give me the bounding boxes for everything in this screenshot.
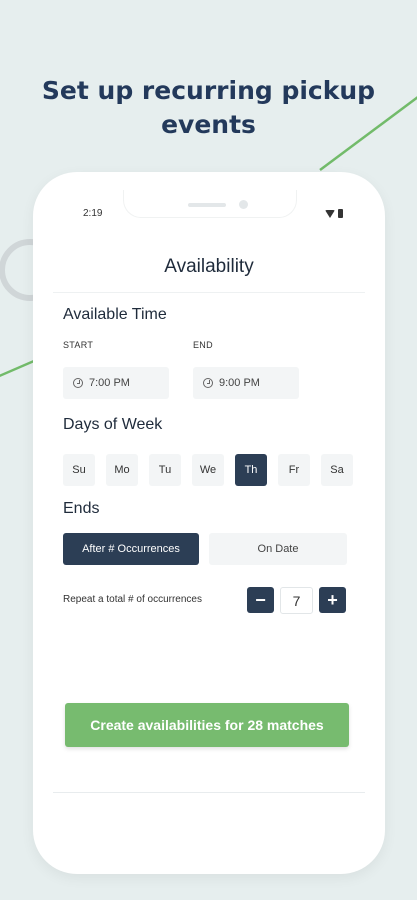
end-time-value: 9:00 PM <box>219 377 260 389</box>
available-time-heading: Available Time <box>63 306 167 323</box>
page-title: Availability <box>164 256 254 277</box>
day-monday[interactable]: Mo <box>106 454 138 486</box>
promo-headline: Set up recurring pickup events <box>0 74 417 142</box>
end-label: END <box>193 340 213 350</box>
start-time-value: 7:00 PM <box>89 377 130 389</box>
bottom-divider <box>53 792 365 793</box>
start-time-field[interactable]: 7:00 PM <box>63 367 169 399</box>
after-occurrences-toggle[interactable]: After # Occurrences <box>63 533 199 565</box>
day-sunday[interactable]: Su <box>63 454 95 486</box>
clock-icon <box>73 378 83 388</box>
day-thursday[interactable]: Th <box>235 454 267 486</box>
day-friday[interactable]: Fr <box>278 454 310 486</box>
ends-heading: Ends <box>63 500 100 517</box>
phone-frame: 2:19 Availability Available Time START E… <box>33 172 385 874</box>
speaker-grille <box>188 203 226 207</box>
days-of-week-heading: Days of Week <box>63 416 163 433</box>
day-saturday[interactable]: Sa <box>321 454 353 486</box>
app-screen: 2:19 Availability Available Time START E… <box>53 190 365 860</box>
promo-headline-line1: Set up recurring pickup <box>41 76 376 105</box>
day-tuesday[interactable]: Tu <box>149 454 181 486</box>
wifi-icon <box>325 209 335 218</box>
occurrences-count[interactable]: 7 <box>280 587 313 614</box>
status-time: 2:19 <box>83 208 103 219</box>
repeat-occurrences-label: Repeat a total # of occurrences <box>63 594 202 605</box>
end-time-field[interactable]: 9:00 PM <box>193 367 299 399</box>
header-divider <box>53 292 365 293</box>
days-of-week-selector: Su Mo Tu We Th Fr Sa <box>63 454 353 486</box>
on-date-toggle[interactable]: On Date <box>209 533 347 565</box>
status-icons <box>325 209 343 218</box>
increment-button[interactable]: + <box>319 587 346 613</box>
create-availabilities-button[interactable]: Create availabilities for 28 matches <box>65 703 349 747</box>
battery-icon <box>338 209 343 218</box>
promo-headline-line2: events <box>161 110 256 139</box>
status-bar: 2:19 <box>53 208 365 222</box>
start-label: START <box>63 340 94 350</box>
decrement-button[interactable]: − <box>247 587 274 613</box>
day-wednesday[interactable]: We <box>192 454 224 486</box>
clock-icon <box>203 378 213 388</box>
